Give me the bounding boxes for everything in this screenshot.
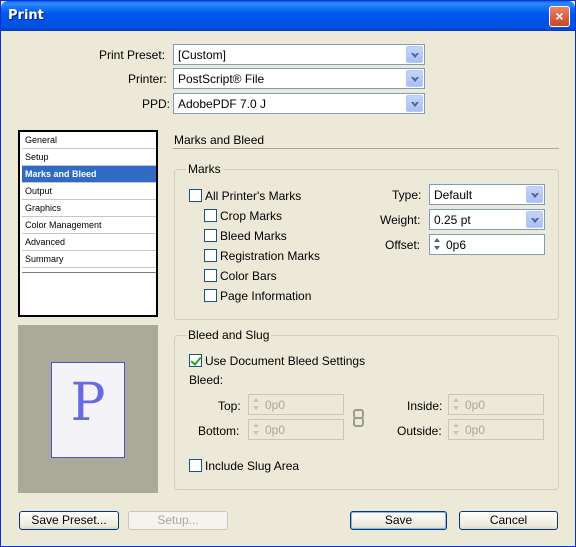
- all-printers-marks-checkbox[interactable]: [189, 189, 202, 202]
- offset-value: 0p6: [446, 238, 467, 252]
- category-advanced[interactable]: Advanced: [22, 234, 156, 251]
- print-preset-label: Print Preset:: [99, 48, 166, 62]
- category-color-management[interactable]: Color Management: [22, 217, 156, 234]
- bleed-inside-value: 0p0: [465, 398, 486, 412]
- section-title: Marks and Bleed: [174, 133, 265, 147]
- setup-button[interactable]: Setup...: [128, 511, 228, 530]
- bottom-label: Bottom:: [198, 424, 240, 438]
- offset-label: Offset:: [385, 238, 421, 252]
- list-divider: [22, 272, 156, 274]
- cancel-button[interactable]: Cancel: [459, 511, 558, 530]
- bleed-marks-checkbox[interactable]: [204, 229, 217, 242]
- section-divider: [173, 148, 559, 149]
- category-marks-and-bleed[interactable]: Marks and Bleed: [22, 166, 156, 183]
- include-slug-label[interactable]: Include Slug Area: [205, 459, 299, 473]
- ppd-label: PPD:: [142, 97, 171, 111]
- crop-marks-checkbox[interactable]: [204, 209, 217, 222]
- stepper-arrows-icon: [251, 397, 262, 412]
- category-summary[interactable]: Summary: [22, 251, 156, 268]
- bleed-top-stepper[interactable]: 0p0: [248, 394, 344, 415]
- registration-marks-label[interactable]: Registration Marks: [220, 249, 320, 263]
- type-select[interactable]: Default: [429, 184, 545, 205]
- type-label: Type:: [392, 188, 422, 202]
- bleed-top-value: 0p0: [265, 398, 286, 412]
- stepper-arrows-icon[interactable]: [432, 237, 443, 252]
- close-button[interactable]: ×: [549, 6, 570, 27]
- top-label: Top:: [218, 399, 241, 413]
- printer-label: Printer:: [128, 72, 167, 86]
- bleed-label: Bleed:: [189, 373, 224, 387]
- print-dialog: Print × Print Preset: [Custom] Printer: …: [0, 0, 576, 547]
- stepper-arrows-icon: [251, 422, 262, 437]
- inside-label: Inside:: [407, 399, 443, 413]
- page-preview: P: [18, 325, 158, 493]
- marks-group-title: Marks: [186, 162, 223, 176]
- weight-label: Weight:: [380, 213, 421, 227]
- chevron-down-icon[interactable]: [406, 70, 423, 87]
- preview-page: P: [51, 362, 125, 458]
- print-preset-value: [Custom]: [178, 48, 227, 62]
- chevron-down-icon[interactable]: [406, 95, 423, 112]
- window-title: Print: [8, 8, 44, 23]
- bleed-bottom-value: 0p0: [265, 423, 286, 437]
- category-list: General Setup Marks and Bleed Output Gra…: [18, 130, 158, 317]
- crop-marks-label[interactable]: Crop Marks: [220, 209, 282, 223]
- color-bars-checkbox[interactable]: [204, 269, 217, 282]
- stepper-arrows-icon: [451, 397, 462, 412]
- chevron-down-icon[interactable]: [526, 186, 543, 203]
- category-output[interactable]: Output: [22, 183, 156, 200]
- weight-value: 0.25 pt: [434, 213, 471, 227]
- save-button[interactable]: Save: [350, 511, 447, 530]
- all-printers-marks-label[interactable]: All Printer's Marks: [205, 189, 301, 203]
- printer-select[interactable]: PostScript® File: [173, 68, 425, 89]
- bleed-slug-group-title: Bleed and Slug: [186, 328, 272, 342]
- include-slug-checkbox[interactable]: [189, 459, 202, 472]
- category-graphics[interactable]: Graphics: [22, 200, 156, 217]
- preview-glyph: P: [70, 373, 106, 433]
- bleed-inside-stepper[interactable]: 0p0: [448, 394, 544, 415]
- use-document-bleed-checkbox[interactable]: [189, 354, 202, 367]
- printer-value: PostScript® File: [178, 72, 265, 86]
- registration-marks-checkbox[interactable]: [204, 249, 217, 262]
- save-preset-button[interactable]: Save Preset...: [19, 511, 119, 530]
- bleed-outside-stepper[interactable]: 0p0: [448, 419, 544, 440]
- ppd-select[interactable]: AdobePDF 7.0 J: [173, 93, 425, 114]
- bleed-bottom-stepper[interactable]: 0p0: [248, 419, 344, 440]
- outside-label: Outside:: [397, 424, 442, 438]
- weight-select[interactable]: 0.25 pt: [429, 209, 545, 230]
- print-preset-select[interactable]: [Custom]: [173, 44, 425, 65]
- bleed-marks-label[interactable]: Bleed Marks: [220, 229, 287, 243]
- page-information-label[interactable]: Page Information: [220, 289, 311, 303]
- category-general[interactable]: General: [22, 132, 156, 149]
- use-document-bleed-label[interactable]: Use Document Bleed Settings: [205, 354, 365, 368]
- ppd-value: AdobePDF 7.0 J: [178, 97, 267, 111]
- chain-link-icon[interactable]: [351, 409, 364, 427]
- stepper-arrows-icon: [451, 422, 462, 437]
- category-setup[interactable]: Setup: [22, 149, 156, 166]
- type-value: Default: [434, 188, 473, 202]
- close-icon: ×: [555, 8, 564, 24]
- title-bar[interactable]: Print ×: [1, 1, 575, 31]
- chevron-down-icon[interactable]: [406, 46, 423, 63]
- page-information-checkbox[interactable]: [204, 289, 217, 302]
- bleed-outside-value: 0p0: [465, 423, 486, 437]
- color-bars-label[interactable]: Color Bars: [220, 269, 277, 283]
- offset-stepper[interactable]: 0p6: [429, 234, 545, 255]
- chevron-down-icon[interactable]: [526, 211, 543, 228]
